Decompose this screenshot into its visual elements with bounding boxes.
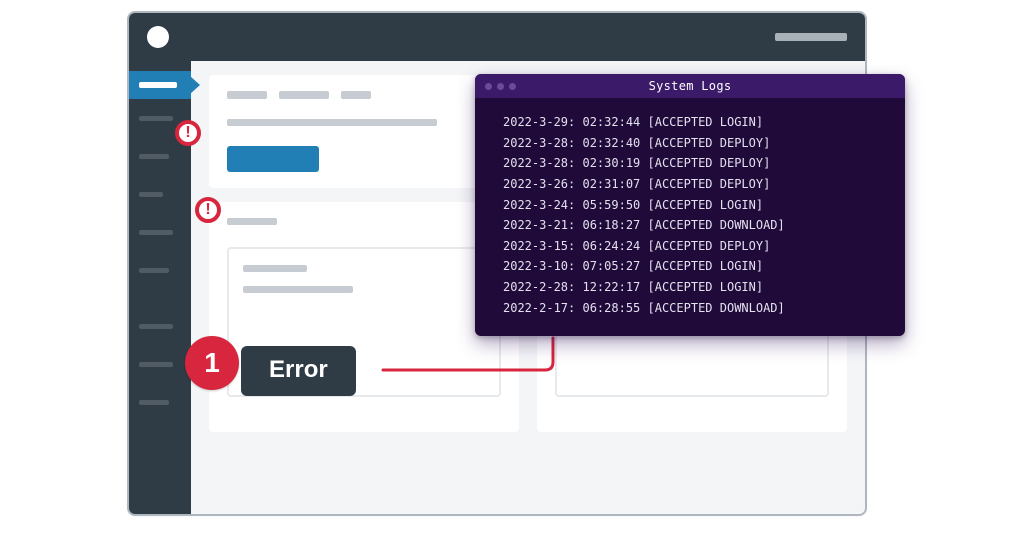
log-line: 2022-3-26: 02:31:07 [ACCEPTED DEPLOY] xyxy=(503,174,877,195)
log-line: 2022-2-17: 06:28:55 [ACCEPTED DOWNLOAD] xyxy=(503,298,877,319)
log-line: 2022-2-28: 12:22:17 [ACCEPTED LOGIN] xyxy=(503,277,877,298)
log-line: 2022-3-28: 02:32:40 [ACCEPTED DEPLOY] xyxy=(503,133,877,154)
content-card xyxy=(209,202,519,432)
sidebar-item[interactable] xyxy=(129,351,191,377)
placeholder-text xyxy=(341,91,371,99)
log-line: 2022-3-29: 02:32:44 [ACCEPTED LOGIN] xyxy=(503,112,877,133)
terminal-titlebar: System Logs xyxy=(475,74,905,98)
sidebar-item-active[interactable] xyxy=(129,71,191,99)
placeholder-text xyxy=(279,91,329,99)
log-line: 2022-3-24: 05:59:50 [ACCEPTED LOGIN] xyxy=(503,195,877,216)
sidebar-item[interactable] xyxy=(129,219,191,245)
sidebar-item[interactable] xyxy=(129,389,191,415)
placeholder-text xyxy=(227,218,277,225)
sidebar-item[interactable] xyxy=(129,257,191,283)
log-line: 2022-3-28: 02:30:19 [ACCEPTED DEPLOY] xyxy=(503,153,877,174)
placeholder-text xyxy=(227,119,437,126)
alert-icon: ! xyxy=(195,197,221,223)
terminal-title: System Logs xyxy=(475,79,905,93)
placeholder-text xyxy=(227,91,267,99)
error-label: Error xyxy=(241,346,356,396)
titlebar xyxy=(129,13,865,61)
sidebar-item[interactable] xyxy=(129,313,191,339)
chevron-right-icon xyxy=(190,76,200,94)
sidebar-item[interactable] xyxy=(129,181,191,207)
terminal-window: System Logs 2022-3-29: 02:32:44 [ACCEPTE… xyxy=(475,74,905,336)
log-line: 2022-3-10: 07:05:27 [ACCEPTED LOGIN] xyxy=(503,256,877,277)
log-line: 2022-3-21: 06:18:27 [ACCEPTED DOWNLOAD] xyxy=(503,215,877,236)
sidebar-item[interactable] xyxy=(129,143,191,169)
placeholder-text xyxy=(243,286,353,293)
log-line: 2022-3-15: 06:24:24 [ACCEPTED DEPLOY] xyxy=(503,236,877,257)
alert-icon: ! xyxy=(175,120,201,146)
step-number-badge: 1 xyxy=(185,336,239,390)
placeholder-text xyxy=(243,265,307,272)
primary-button[interactable] xyxy=(227,146,319,172)
terminal-body[interactable]: 2022-3-29: 02:32:44 [ACCEPTED LOGIN] 202… xyxy=(475,98,905,336)
window-control-icon[interactable] xyxy=(147,26,169,48)
titlebar-decor xyxy=(775,33,847,41)
